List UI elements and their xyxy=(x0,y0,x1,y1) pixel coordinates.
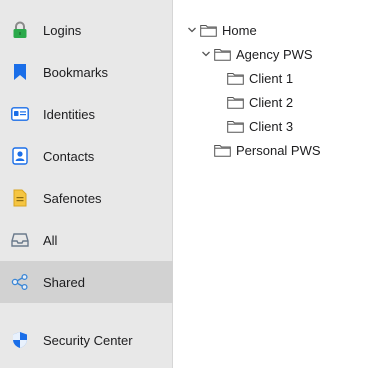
sidebar-item-all[interactable]: All xyxy=(0,219,173,261)
tree-node-label: Home xyxy=(222,22,257,38)
shield-icon xyxy=(11,331,29,349)
contact-card-icon xyxy=(11,147,29,165)
folder-icon xyxy=(200,24,217,37)
sidebar-item-label: Security Center xyxy=(43,332,133,348)
folder-icon xyxy=(227,120,244,133)
tree-node-label: Client 3 xyxy=(249,118,294,134)
note-icon xyxy=(11,189,29,207)
tree-node-client-2[interactable]: Client 2 xyxy=(227,92,293,112)
sidebar-item-label: Identities xyxy=(43,106,96,122)
tree-node-agency-pws[interactable]: Agency PWS xyxy=(200,44,313,64)
tree-node-client-3[interactable]: Client 3 xyxy=(227,116,293,136)
tree-node-personal-pws[interactable]: Personal PWS xyxy=(214,140,321,160)
sidebar: Logins Bookmarks Identities Contacts Saf… xyxy=(0,0,173,368)
folder-icon xyxy=(227,96,244,109)
sidebar-item-safenotes[interactable]: Safenotes xyxy=(0,177,173,219)
sidebar-item-identities[interactable]: Identities xyxy=(0,93,173,135)
folder-icon xyxy=(214,144,231,157)
tree-node-label: Personal PWS xyxy=(236,142,321,158)
sidebar-item-label: All xyxy=(43,232,58,248)
id-card-icon xyxy=(11,105,29,123)
tree-node-label: Client 2 xyxy=(249,94,294,110)
chevron-down-icon[interactable] xyxy=(200,48,212,60)
share-icon xyxy=(11,273,29,291)
sidebar-item-label: Contacts xyxy=(43,148,95,164)
bookmark-icon xyxy=(11,63,29,81)
folder-tree: Home Agency PWS Client 1 Client 2 Client… xyxy=(173,0,392,368)
sidebar-item-label: Logins xyxy=(43,22,82,38)
folder-icon xyxy=(227,72,244,85)
sidebar-item-label: Bookmarks xyxy=(43,64,109,80)
sidebar-item-contacts[interactable]: Contacts xyxy=(0,135,173,177)
sidebar-item-security-center[interactable]: Security Center xyxy=(0,319,173,361)
sidebar-item-logins[interactable]: Logins xyxy=(0,9,173,51)
tree-node-client-1[interactable]: Client 1 xyxy=(227,68,293,88)
lock-icon xyxy=(11,21,29,39)
tree-node-label: Agency PWS xyxy=(236,46,313,62)
chevron-down-icon[interactable] xyxy=(186,24,198,36)
sidebar-item-bookmarks[interactable]: Bookmarks xyxy=(0,51,173,93)
sidebar-item-label: Shared xyxy=(43,274,85,290)
inbox-icon xyxy=(11,231,29,249)
tree-node-home[interactable]: Home xyxy=(186,20,257,40)
folder-icon xyxy=(214,48,231,61)
sidebar-item-shared[interactable]: Shared xyxy=(0,261,173,303)
sidebar-item-label: Safenotes xyxy=(43,190,102,206)
tree-node-label: Client 1 xyxy=(249,70,294,86)
